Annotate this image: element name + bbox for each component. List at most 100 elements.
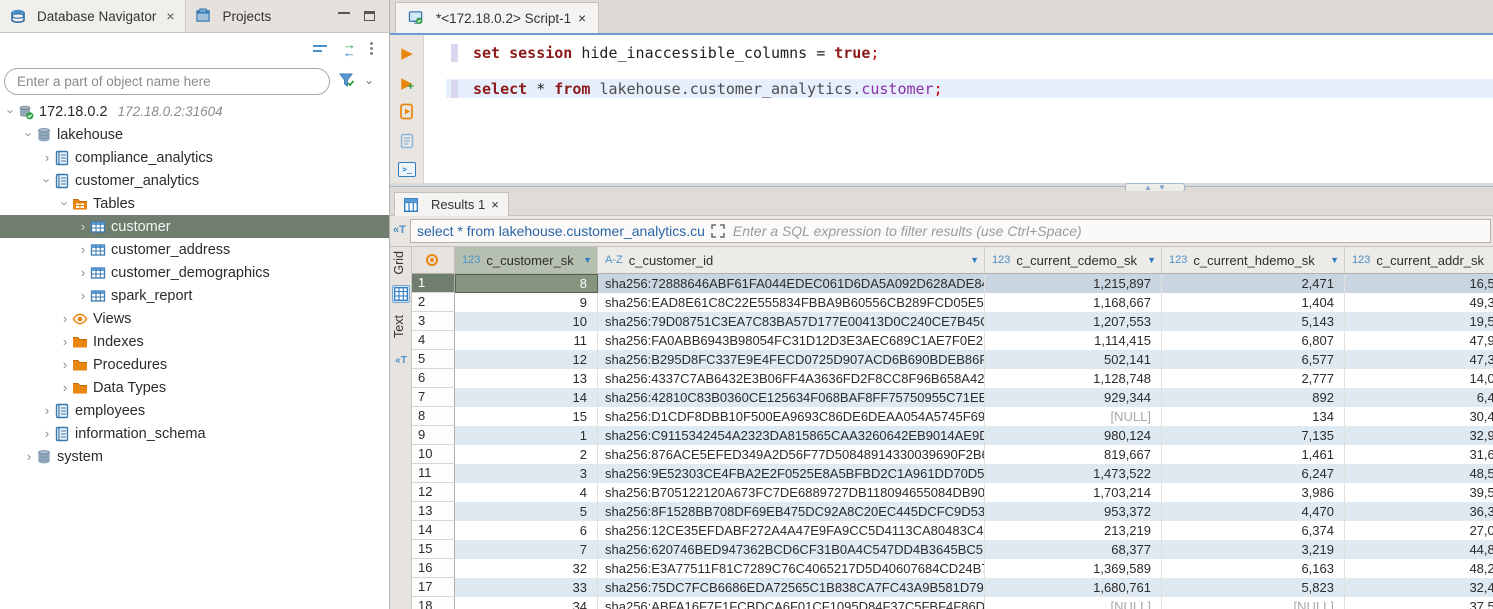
grid-cell[interactable]: 1,114,415: [985, 331, 1162, 350]
grid-cell[interactable]: 13: [455, 369, 598, 388]
grid-cell[interactable]: sha256:79D08751C3EA7C83BA57D177E00413D0C…: [598, 312, 985, 331]
grid-cell[interactable]: [NULL]: [985, 407, 1162, 426]
row-number[interactable]: 1: [412, 274, 455, 293]
dropdown-arrow-icon[interactable]: ▼: [970, 255, 979, 265]
grid-cell[interactable]: 31,65: [1345, 445, 1493, 464]
grid-cell[interactable]: 4: [455, 483, 598, 502]
tree-item-customer-analytics[interactable]: ›customer_analytics: [0, 169, 389, 192]
editor-results-splitter[interactable]: ▲ ▼: [390, 183, 1493, 191]
grid-cell[interactable]: 33: [455, 578, 598, 597]
filter-field[interactable]: select * from lakehouse.customer_analyti…: [410, 219, 1491, 243]
grid-cell[interactable]: sha256:FA0ABB6943B98054FC31D12D3E3AEC689…: [598, 331, 985, 350]
side-tab-text-label[interactable]: Text: [392, 315, 406, 338]
tree-item-system[interactable]: ›system: [0, 445, 389, 468]
grid-cell[interactable]: 49,38: [1345, 293, 1493, 312]
grid-cell[interactable]: 14: [455, 388, 598, 407]
grid-cell[interactable]: 7: [455, 540, 598, 559]
explain-plan-icon[interactable]: [397, 131, 417, 151]
row-number[interactable]: 12: [412, 483, 455, 502]
grid-cell[interactable]: sha256:B295D8FC337E9E4FECD0725D907ACD6B6…: [598, 350, 985, 369]
tab-script-1[interactable]: *<172.18.0.2> Script-1 ×: [395, 2, 599, 33]
execute-statement-icon[interactable]: ▶: [397, 43, 417, 63]
editor-body[interactable]: ▶ ▶+ >_ set session hide_inaccessible_co…: [390, 35, 1493, 183]
grid-cell[interactable]: 11: [455, 331, 598, 350]
grid-cell[interactable]: 44,81: [1345, 540, 1493, 559]
row-number[interactable]: 8: [412, 407, 455, 426]
tree-item-procedures[interactable]: ›Procedures: [0, 353, 389, 376]
tab-database-navigator[interactable]: Database Navigator ×: [0, 0, 186, 32]
grid-cell[interactable]: 3,986: [1162, 483, 1345, 502]
grid-cell[interactable]: 1: [455, 426, 598, 445]
grid-cell[interactable]: sha256:8F1528BB708DF69EB475DC92A8C20EC44…: [598, 502, 985, 521]
grid-cell[interactable]: 1,215,897: [985, 274, 1162, 293]
grid-cell[interactable]: 1,128,748: [985, 369, 1162, 388]
grid-cell[interactable]: sha256:ABFA16F7F1FCBDCA6F01CF1095D84F37C…: [598, 597, 985, 609]
row-number[interactable]: 2: [412, 293, 455, 312]
grid-cell[interactable]: 15: [455, 407, 598, 426]
search-options-chevron-icon[interactable]: ⌄: [364, 73, 374, 87]
close-icon[interactable]: ×: [166, 8, 174, 24]
grid-cell[interactable]: 48,57: [1345, 464, 1493, 483]
grid-cell[interactable]: 6,374: [1162, 521, 1345, 540]
tree-item-tables[interactable]: ›Tables: [0, 192, 389, 215]
grid-cell[interactable]: [NULL]: [985, 597, 1162, 609]
grid-cell[interactable]: 1,703,214: [985, 483, 1162, 502]
chevron-expanded-icon[interactable]: ›: [4, 105, 19, 119]
grid-cell[interactable]: 27,08: [1345, 521, 1493, 540]
dropdown-arrow-icon[interactable]: ▼: [583, 255, 592, 265]
grid-cell[interactable]: 47,99: [1345, 331, 1493, 350]
grid-cell[interactable]: 819,667: [985, 445, 1162, 464]
tab-results-1[interactable]: Results 1 ×: [394, 192, 509, 216]
row-number[interactable]: 11: [412, 464, 455, 483]
grid-cell[interactable]: 48,29: [1345, 559, 1493, 578]
grid-cell[interactable]: 1,473,522: [985, 464, 1162, 483]
column-header-c_current_hdemo_sk[interactable]: 123c_current_hdemo_sk▼: [1162, 247, 1345, 274]
dropdown-arrow-icon[interactable]: ▼: [1147, 255, 1156, 265]
tree-item-customer[interactable]: ›customer: [0, 215, 389, 238]
chevron-expanded-icon[interactable]: ›: [40, 174, 55, 188]
grid-cell[interactable]: 9: [455, 293, 598, 312]
grid-cell[interactable]: 3: [455, 464, 598, 483]
code-area[interactable]: set session hide_inaccessible_columns = …: [424, 35, 1493, 183]
grid-cell[interactable]: 2,777: [1162, 369, 1345, 388]
grid-cell[interactable]: 37,50: [1345, 597, 1493, 609]
grid-cell[interactable]: sha256:42810C83B0360CE125634F068BAF8FF75…: [598, 388, 985, 407]
row-number[interactable]: 17: [412, 578, 455, 597]
grid-cell[interactable]: sha256:E3A77511F81C7289C76C4065217D5D406…: [598, 559, 985, 578]
column-header-c_current_cdemo_sk[interactable]: 123c_current_cdemo_sk▼: [985, 247, 1162, 274]
row-number[interactable]: 13: [412, 502, 455, 521]
row-number[interactable]: 14: [412, 521, 455, 540]
grid-cell[interactable]: 2,471: [1162, 274, 1345, 293]
grid-cell[interactable]: 16,59: [1345, 274, 1493, 293]
chevron-collapsed-icon[interactable]: ›: [58, 334, 72, 349]
value-view-icon[interactable]: «T: [392, 351, 410, 369]
grid-cell[interactable]: 32,94: [1345, 426, 1493, 445]
grid-cell[interactable]: 39,55: [1345, 483, 1493, 502]
tree-item-lakehouse[interactable]: ›lakehouse: [0, 123, 389, 146]
code-line[interactable]: set session hide_inaccessible_columns = …: [473, 44, 879, 62]
tree-item-compliance-analytics[interactable]: ›compliance_analytics: [0, 146, 389, 169]
grid-cell[interactable]: 892: [1162, 388, 1345, 407]
grid-cell[interactable]: 6,44: [1345, 388, 1493, 407]
column-header-c_customer_id[interactable]: A-Zc_customer_id▼: [598, 247, 985, 274]
tree-item-information-schema[interactable]: ›information_schema: [0, 422, 389, 445]
grid-cell[interactable]: 5: [455, 502, 598, 521]
view-menu-icon[interactable]: [370, 42, 373, 55]
grid-cell[interactable]: sha256:876ACE5EFED349A2D56F77D5084891433…: [598, 445, 985, 464]
tree-item-customer-address[interactable]: ›customer_address: [0, 238, 389, 261]
filter-funnel-icon[interactable]: [338, 72, 356, 88]
grid-cell[interactable]: 34: [455, 597, 598, 609]
grid-cell[interactable]: sha256:620746BED947362BCD6CF31B0A4C547DD…: [598, 540, 985, 559]
grid-cell[interactable]: 2: [455, 445, 598, 464]
tree-item-spark-report[interactable]: ›spark_report: [0, 284, 389, 307]
chevron-collapsed-icon[interactable]: ›: [76, 242, 90, 257]
grid-cell[interactable]: 6: [455, 521, 598, 540]
tree-item-data-types[interactable]: ›Data Types: [0, 376, 389, 399]
grid-cell[interactable]: 47,36: [1345, 350, 1493, 369]
grid-cell[interactable]: 12: [455, 350, 598, 369]
grid-cell[interactable]: sha256:72888646ABF61FA044EDEC061D6DA5A09…: [598, 274, 985, 293]
grid-cell[interactable]: 4,470: [1162, 502, 1345, 521]
grid-cell[interactable]: [NULL]: [1162, 597, 1345, 609]
grid-cell[interactable]: 36,36: [1345, 502, 1493, 521]
grid-cell[interactable]: 1,404: [1162, 293, 1345, 312]
